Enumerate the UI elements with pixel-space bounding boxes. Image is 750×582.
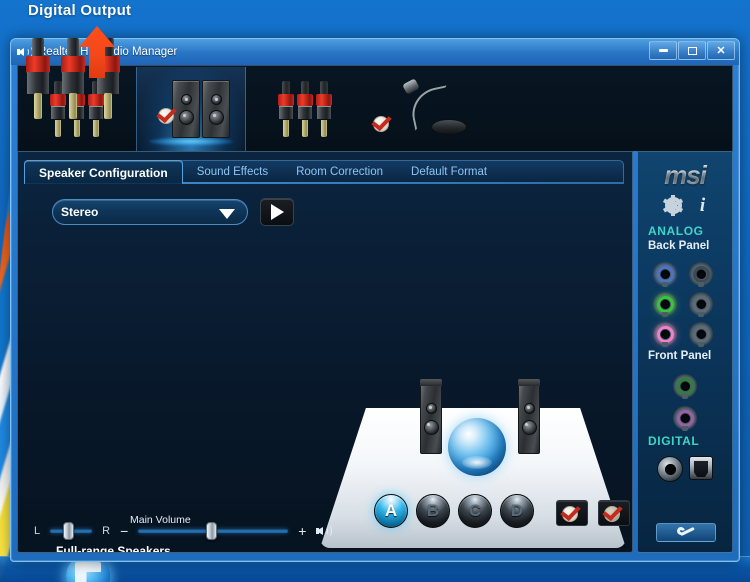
back-jack-unused-3[interactable]: [689, 322, 713, 347]
tab-default-format[interactable]: Default Format: [397, 160, 501, 184]
preset-button-b[interactable]: B: [416, 494, 450, 528]
device-settings-button[interactable]: [656, 523, 716, 542]
analog-section-label: ANALOG: [648, 224, 704, 238]
front-mic-in-jack[interactable]: [673, 406, 697, 431]
front-panel-label: Front Panel: [648, 350, 712, 362]
speaker-volume-icon[interactable]: [316, 524, 334, 538]
red-check-icon: [560, 501, 582, 522]
balance-left-label: L: [34, 525, 41, 537]
back-jack-unused-2[interactable]: [689, 292, 713, 317]
tab-room-correction[interactable]: Room Correction: [282, 160, 397, 184]
device-selected-check-icon: [156, 103, 178, 124]
preset-buttons: A B C D: [374, 494, 534, 528]
window-controls: ✕: [649, 41, 735, 60]
speaker-configuration-dropdown[interactable]: Stereo: [52, 199, 248, 225]
apply-check-button[interactable]: [556, 500, 588, 526]
play-test-button[interactable]: [260, 198, 294, 226]
mic-in-jack[interactable]: [653, 322, 677, 347]
msi-logo: msi: [638, 160, 732, 191]
tab-bar: Speaker Configuration Sound Effects Room…: [24, 158, 624, 184]
front-panel-jacks: [638, 374, 732, 431]
mic-check-icon: [371, 111, 393, 132]
back-jack-unused-1[interactable]: [689, 262, 713, 287]
digital-section-label: DIGITAL: [648, 434, 700, 448]
red-check-icon: [602, 501, 624, 522]
preset-button-d[interactable]: D: [500, 494, 534, 528]
digital-jacks: [638, 456, 732, 482]
volume-decrease-button[interactable]: −: [120, 524, 128, 538]
main-panel: Speaker Configuration Sound Effects Room…: [17, 151, 633, 553]
ok-check-button[interactable]: [598, 500, 630, 526]
wrench-icon: [675, 525, 695, 540]
gear-icon[interactable]: [663, 195, 684, 216]
coaxial-spdif-jack[interactable]: [657, 456, 683, 482]
rca-connectors-icon: [278, 81, 332, 137]
main-volume-slider[interactable]: [138, 522, 289, 540]
annotation-title: Digital Output: [28, 2, 132, 19]
full-range-speakers-title: Full-range Speakers: [56, 544, 171, 553]
tower-speaker-right[interactable]: [518, 379, 540, 454]
play-icon: [270, 204, 284, 220]
line-in-jack[interactable]: [653, 262, 677, 287]
device-tab-digital-output[interactable]: [250, 67, 360, 151]
front-line-out-jack[interactable]: [673, 374, 697, 399]
optical-spdif-jack[interactable]: [689, 456, 713, 480]
device-tab-speakers[interactable]: [136, 67, 246, 151]
tower-speaker-left[interactable]: [420, 379, 442, 454]
up-arrow-annotation-icon: [78, 26, 116, 78]
listener-sphere: [448, 418, 506, 476]
dropdown-selected-value: Stereo: [61, 205, 99, 219]
sidebar-icon-row: i: [638, 195, 732, 216]
balance-slider[interactable]: [50, 522, 93, 540]
speaker-pair-icon: [172, 80, 230, 138]
tab-sound-effects[interactable]: Sound Effects: [183, 160, 282, 184]
speaker-configuration-row: Stereo: [18, 184, 632, 226]
full-range-speakers-block: Full-range Speakers Front left and right…: [56, 544, 179, 553]
maximize-button[interactable]: [678, 41, 706, 60]
main-volume-slider-thumb[interactable]: [206, 522, 218, 540]
line-out-jack[interactable]: [653, 292, 677, 317]
close-button[interactable]: ✕: [707, 41, 735, 60]
volume-increase-button[interactable]: +: [298, 524, 306, 538]
device-tab-microphone[interactable]: [364, 67, 474, 151]
balance-slider-thumb[interactable]: [63, 522, 75, 540]
device-info-sidebar: msi i ANALOG Back Panel Front Panel DIGI…: [637, 151, 733, 553]
tab-speaker-configuration[interactable]: Speaker Configuration: [24, 160, 183, 184]
balance-right-label: R: [102, 525, 111, 537]
window-body: Speaker Configuration Sound Effects Room…: [17, 151, 733, 553]
info-icon[interactable]: i: [700, 196, 705, 215]
minimize-button[interactable]: [649, 41, 677, 60]
preset-button-c[interactable]: C: [458, 494, 492, 528]
confirm-buttons: [556, 500, 630, 526]
back-panel-jacks: [638, 262, 732, 347]
microphone-icon: [391, 78, 467, 139]
volume-controls: L R − +: [34, 522, 334, 540]
chevron-down-icon: [219, 209, 235, 219]
preset-button-a[interactable]: A: [374, 494, 408, 528]
back-panel-label: Back Panel: [648, 240, 710, 252]
